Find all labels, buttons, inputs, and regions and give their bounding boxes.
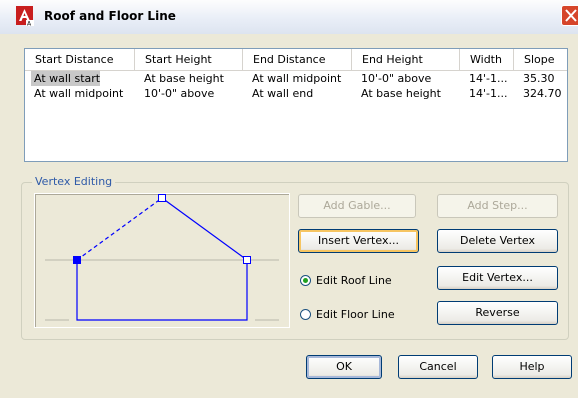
edit-roof-line-label: Edit Roof Line (316, 274, 392, 287)
close-icon (565, 9, 577, 22)
vertex-editing-label: Vertex Editing (32, 175, 116, 188)
edit-vertex-button[interactable]: Edit Vertex... (437, 266, 558, 290)
add-gable-button[interactable]: Add Gable... (298, 194, 416, 218)
table-cell: 14'-1... (469, 72, 508, 85)
vertex-handle-peak[interactable] (158, 194, 166, 202)
col-end-height[interactable]: End Height (352, 49, 460, 70)
segments-table[interactable]: Start Distance Start Height End Distance… (24, 48, 568, 162)
col-end-distance[interactable]: End Distance (243, 49, 352, 70)
title-bar[interactable]: A Roof and Floor Line (0, 0, 578, 34)
table-row[interactable]: At wall start At base height At wall mid… (25, 71, 567, 86)
edit-roof-line-radio[interactable]: Edit Roof Line (300, 273, 410, 289)
table-row[interactable]: At wall midpoint 10'-0" above At wall en… (25, 86, 567, 101)
edit-floor-line-label: Edit Floor Line (316, 308, 395, 321)
vertex-handle-selected[interactable] (73, 256, 81, 264)
edit-floor-line-radio[interactable]: Edit Floor Line (300, 307, 410, 323)
vertex-handle-end[interactable] (243, 256, 251, 264)
table-header: Start Distance Start Height End Distance… (25, 49, 567, 71)
wall-outline (76, 260, 248, 321)
insert-vertex-button[interactable]: Insert Vertex... (298, 229, 419, 253)
table-cell: 10'-0" above (144, 87, 215, 100)
close-button[interactable] (561, 5, 578, 26)
table-cell: At base height (361, 87, 441, 100)
cancel-button[interactable]: Cancel (398, 355, 478, 379)
col-start-distance[interactable]: Start Distance (25, 49, 135, 70)
radio-selected-icon (300, 275, 311, 286)
table-cell: 324.70 (523, 87, 562, 100)
col-width[interactable]: Width (460, 49, 514, 70)
radio-unselected-icon (300, 309, 311, 320)
col-slope[interactable]: Slope (514, 49, 567, 70)
help-button[interactable]: Help (492, 355, 572, 379)
autocad-app-icon: A (16, 6, 34, 28)
table-cell: 10'-0" above (361, 72, 432, 85)
roof-segment-1 (76, 197, 163, 261)
ok-button[interactable]: OK (306, 355, 382, 379)
table-cell: At base height (144, 72, 224, 85)
delete-vertex-button[interactable]: Delete Vertex (437, 229, 558, 253)
table-cell: At wall start (31, 71, 101, 86)
window-title: Roof and Floor Line (44, 9, 176, 23)
add-step-button[interactable]: Add Step... (437, 194, 558, 218)
roof-segment-2 (161, 197, 248, 261)
col-start-height[interactable]: Start Height (135, 49, 243, 70)
roof-floor-line-dialog: A Roof and Floor Line Start Distance Sta… (0, 0, 578, 398)
roof-line-preview[interactable] (34, 193, 290, 328)
reverse-button[interactable]: Reverse (437, 301, 558, 325)
table-cell: At wall midpoint (252, 72, 342, 85)
table-cell: 35.30 (523, 72, 555, 85)
table-cell: At wall midpoint (34, 87, 124, 100)
table-cell: 14'-1... (469, 87, 508, 100)
table-cell: At wall end (252, 87, 314, 100)
